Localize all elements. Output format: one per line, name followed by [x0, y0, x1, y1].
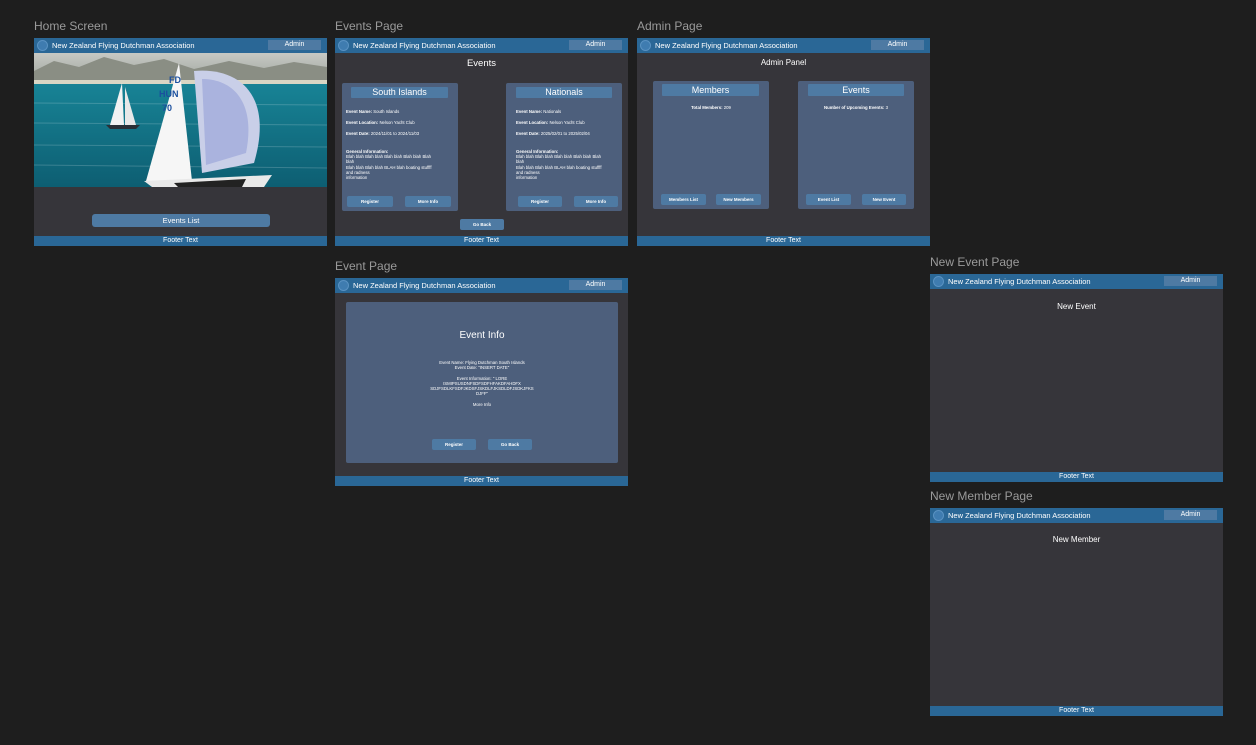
new-event-button[interactable]: New Event	[862, 194, 906, 205]
footer: Footer Text	[930, 472, 1223, 482]
site-title: New Zealand Flying Dutchman Association	[948, 511, 1091, 520]
event-page-frame: New Zealand Flying Dutchman Association …	[335, 278, 628, 486]
event-name: Event Name: Nationals	[516, 109, 562, 114]
site-title: New Zealand Flying Dutchman Association	[655, 41, 798, 50]
header: New Zealand Flying Dutchman Association …	[335, 38, 628, 53]
event-card-heading: South Islands	[351, 87, 448, 98]
site-title: New Zealand Flying Dutchman Association	[353, 41, 496, 50]
sail-number-3: 70	[162, 103, 172, 113]
footer: Footer Text	[34, 236, 327, 246]
more-info-button[interactable]: More Info	[574, 196, 618, 207]
admin-page-frame: New Zealand Flying Dutchman Association …	[637, 38, 930, 246]
footer: Footer Text	[335, 476, 628, 486]
frame-label-event: Event Page	[335, 259, 398, 273]
register-button[interactable]: Register	[518, 196, 562, 207]
admin-button[interactable]: Admin	[1164, 510, 1217, 520]
event-info-title: Event Info	[459, 330, 505, 341]
logo-icon[interactable]	[338, 40, 349, 51]
sail-number-1: FD	[169, 75, 181, 85]
admin-button[interactable]: Admin	[1164, 276, 1217, 286]
frame-label-new-member: New Member Page	[930, 489, 1033, 503]
header: New Zealand Flying Dutchman Association …	[335, 278, 628, 293]
event-general-info: General Information: Blah blah Blah blah…	[346, 149, 432, 181]
event-card-south-islands: South Islands Event Name: South Islands …	[342, 83, 458, 211]
home-screen-frame: New Zealand Flying Dutchman Association …	[34, 38, 327, 246]
frame-label-events: Events Page	[335, 19, 404, 33]
page-title: Events	[466, 58, 497, 69]
events-heading: Events	[808, 84, 904, 96]
footer: Footer Text	[335, 236, 628, 246]
admin-button[interactable]: Admin	[569, 40, 622, 50]
events-card: Events Number of Upcoming Events: 3 Even…	[798, 81, 914, 209]
frame-label-new-event: New Event Page	[930, 255, 1020, 269]
members-card: Members Total Members: 209 Members List …	[653, 81, 769, 209]
event-list-button[interactable]: Event List	[806, 194, 851, 205]
event-card-heading: Nationals	[516, 87, 612, 98]
go-back-button[interactable]: Go Back	[488, 439, 532, 450]
event-location: Event Location: Nelson Yacht Club	[346, 120, 415, 125]
site-title: New Zealand Flying Dutchman Association	[353, 281, 496, 290]
site-title: New Zealand Flying Dutchman Association	[52, 41, 195, 50]
upcoming-events: Number of Upcoming Events: 3	[824, 105, 888, 110]
new-members-button[interactable]: New Members	[716, 194, 761, 205]
logo-icon[interactable]	[640, 40, 651, 51]
hero-image: FD HUN 70	[34, 53, 327, 187]
event-name: Event Name: South Islands	[346, 109, 400, 114]
go-back-button[interactable]: Go Back	[460, 219, 504, 230]
admin-button[interactable]: Admin	[871, 40, 924, 50]
events-page-frame: New Zealand Flying Dutchman Association …	[335, 38, 628, 246]
event-card-nationals: Nationals Event Name: Nationals Event Lo…	[506, 83, 622, 211]
more-info-button[interactable]: More Info	[405, 196, 451, 207]
event-date: Event Date: 2025/02/01 to 2025/02/04	[516, 131, 590, 136]
register-button[interactable]: Register	[347, 196, 393, 207]
header: New Zealand Flying Dutchman Association …	[930, 274, 1223, 289]
members-list-button[interactable]: Members List	[661, 194, 706, 205]
total-members: Total Members: 209	[691, 105, 731, 110]
footer: Footer Text	[637, 236, 930, 246]
logo-icon[interactable]	[37, 40, 48, 51]
event-general-info: General Information: Blah blah Blah blah…	[516, 149, 602, 181]
site-title: New Zealand Flying Dutchman Association	[948, 277, 1091, 286]
new-event-page-frame: New Zealand Flying Dutchman Association …	[930, 274, 1223, 482]
admin-button[interactable]: Admin	[268, 40, 321, 50]
admin-button[interactable]: Admin	[569, 280, 622, 290]
event-info-panel: Event Info Event Name: Flying Dutchman S…	[346, 302, 618, 463]
header: New Zealand Flying Dutchman Association …	[34, 38, 327, 53]
frame-label-home: Home Screen	[34, 19, 108, 33]
header: New Zealand Flying Dutchman Association …	[637, 38, 930, 53]
more-info-link[interactable]: More Info	[473, 402, 491, 407]
page-title: Admin Panel	[760, 58, 807, 67]
page-title: New Member	[1052, 535, 1101, 544]
new-member-page-frame: New Zealand Flying Dutchman Association …	[930, 508, 1223, 716]
event-date: Event Date: 2024/11/01 to 2024/11/03	[346, 131, 420, 136]
logo-icon[interactable]	[933, 510, 944, 521]
logo-icon[interactable]	[933, 276, 944, 287]
frame-label-admin: Admin Page	[637, 19, 703, 33]
events-list-button[interactable]: Events List	[92, 214, 270, 227]
logo-icon[interactable]	[338, 280, 349, 291]
page-title: New Event	[1057, 302, 1096, 311]
register-button[interactable]: Register	[432, 439, 476, 450]
footer: Footer Text	[930, 706, 1223, 716]
header: New Zealand Flying Dutchman Association …	[930, 508, 1223, 523]
sail-number-2: HUN	[159, 89, 179, 99]
event-location: Event Location: Nelson Yacht Club	[516, 120, 585, 125]
event-info-body: Event Name: Flying Dutchman South Island…	[430, 360, 534, 407]
members-heading: Members	[662, 84, 759, 96]
